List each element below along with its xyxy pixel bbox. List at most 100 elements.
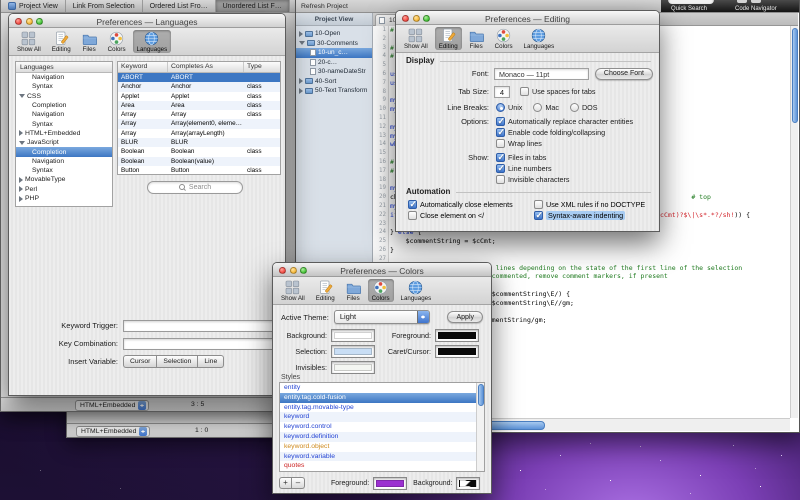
quick-search-field[interactable]	[668, 0, 714, 4]
toolbar-button-ordered-list-fro[interactable]: Ordered List Fro…	[143, 0, 216, 12]
code-navigator-button-2[interactable]	[751, 0, 761, 3]
style-background-well[interactable]	[456, 477, 480, 490]
toolbar-button-link-from-selection[interactable]: Link From Selection	[66, 0, 143, 12]
style-foreground-well[interactable]	[373, 477, 407, 490]
column-header-completes-as[interactable]: Completes As	[168, 62, 244, 72]
toolbar-item-editing[interactable]: Editing	[48, 30, 75, 53]
disclosure-triangle[interactable]	[299, 31, 303, 37]
key-combination-input[interactable]	[123, 338, 275, 350]
use-xml-rules-if-no-doctype-checkbox[interactable]	[534, 200, 543, 209]
table-row[interactable]: ABORTABORT	[118, 73, 280, 82]
language-item-movabletype[interactable]: MovableType	[16, 175, 112, 184]
theme-popup[interactable]: Light	[334, 310, 430, 324]
line-numbers-checkbox[interactable]	[496, 164, 505, 173]
file-item-10-un-c[interactable]: 10-un_c…	[296, 48, 372, 58]
language-item-perl[interactable]: Perl	[16, 185, 112, 194]
wrap-lines-checkbox[interactable]	[496, 139, 505, 148]
style-item-entity-tag-cold-fusion[interactable]: entity.tag.cold-fusion	[280, 393, 484, 403]
toolbar-item-files[interactable]: Files	[342, 279, 365, 302]
language-item-navigation[interactable]: Navigation	[16, 157, 112, 166]
disclosure-triangle[interactable]	[19, 130, 23, 136]
automatically-close-elements-checkbox[interactable]	[408, 200, 417, 209]
disclosure-triangle[interactable]	[19, 196, 23, 202]
segment-line[interactable]: Line	[198, 355, 224, 368]
title-bar[interactable]: Preferences — Languages	[9, 14, 285, 28]
file-item-40-sort[interactable]: 40-Sort	[296, 77, 372, 87]
disclosure-triangle[interactable]	[19, 141, 25, 145]
radio-mac[interactable]	[533, 103, 542, 112]
table-row[interactable]: BLURBLUR	[118, 138, 280, 147]
style-item-keyword-variable[interactable]: keyword.variable	[280, 452, 484, 462]
close-button[interactable]	[15, 18, 22, 25]
toolbar-item-files[interactable]: Files	[78, 30, 101, 53]
code-navigator-button[interactable]	[737, 0, 747, 3]
toolbar-item-colors[interactable]: Colors	[491, 27, 517, 50]
selection-color-well[interactable]	[331, 345, 375, 358]
segment-selection[interactable]: Selection	[157, 355, 198, 368]
close-button[interactable]	[279, 267, 286, 274]
toolbar-item-languages[interactable]: Languages	[397, 279, 436, 302]
toolbar-button-project-view[interactable]: Project View	[1, 0, 66, 12]
toolbar-item-colors[interactable]: Colors	[104, 30, 130, 53]
minimize-button[interactable]	[413, 15, 420, 22]
file-item-50-text-transform[interactable]: 50-Text Transform	[296, 86, 372, 96]
disclosure-triangle[interactable]	[19, 177, 23, 183]
scrollbar-thumb[interactable]	[478, 384, 484, 406]
title-bar[interactable]: Preferences — Editing	[396, 11, 659, 25]
toolbar-button-unordered-list-f[interactable]: Unordered List F…	[216, 0, 290, 12]
foreground-color-well[interactable]	[435, 329, 479, 342]
apply-button[interactable]: Apply	[447, 311, 483, 323]
toolbar-item-show-all[interactable]: Show All	[13, 30, 45, 53]
radio-unix[interactable]	[496, 103, 505, 112]
language-mode-popup[interactable]: HTML+Embedded	[76, 426, 150, 437]
toolbar-item-editing[interactable]: Editing	[435, 27, 462, 50]
toolbar-item-files[interactable]: Files	[465, 27, 488, 50]
language-item-syntax[interactable]: Syntax	[16, 119, 112, 128]
style-item-keyword-control[interactable]: keyword.control	[280, 422, 484, 432]
choose-font-button[interactable]: Choose Font	[595, 68, 653, 80]
radio-dos[interactable]	[570, 103, 579, 112]
table-row[interactable]: BooleanBoolean(value)	[118, 157, 280, 166]
style-item-entity[interactable]: entity	[280, 383, 484, 393]
caret-cursor-color-well[interactable]	[435, 345, 479, 358]
disclosure-triangle[interactable]	[299, 41, 305, 45]
table-row[interactable]: ArrayArray(arrayLength)	[118, 129, 280, 138]
language-item-navigation[interactable]: Navigation	[16, 110, 112, 119]
style-item-keyword[interactable]: keyword	[280, 412, 484, 422]
syntax-aware-indenting-checkbox[interactable]	[534, 211, 543, 220]
column-header-keyword[interactable]: Keyword	[118, 62, 168, 72]
use-spaces-checkbox[interactable]	[520, 87, 529, 96]
background-color-well[interactable]	[331, 329, 375, 342]
scrollbar-thumb[interactable]	[792, 28, 798, 123]
column-header-type[interactable]: Type	[244, 62, 280, 72]
enable-code-folding-collapsing-checkbox[interactable]	[496, 128, 505, 137]
table-row[interactable]: AnchorAnchorclass	[118, 82, 280, 91]
language-item-javascript[interactable]: JavaScript	[16, 138, 112, 147]
toolbar-item-show-all[interactable]: Show All	[400, 27, 432, 50]
style-item-quotes[interactable]: quotes	[280, 461, 484, 471]
remove-style-button[interactable]: –	[292, 477, 305, 489]
file-item-20-c[interactable]: 20-c…	[296, 58, 372, 68]
language-item-completion[interactable]: Completion	[16, 101, 112, 110]
close-element-on-checkbox[interactable]	[408, 211, 417, 220]
file-item-30-comments[interactable]: 30-Comments	[296, 39, 372, 49]
table-row[interactable]: ButtonButtonclass	[118, 166, 280, 175]
scrollbar[interactable]	[476, 383, 484, 471]
disclosure-triangle[interactable]	[19, 94, 25, 98]
minimize-button[interactable]	[26, 18, 33, 25]
table-row[interactable]: BooleanBooleanclass	[118, 147, 280, 156]
file-item-30-namedatestr[interactable]: 30-nameDateStr	[296, 67, 372, 77]
language-item-navigation[interactable]: Navigation	[16, 73, 112, 82]
toolbar-item-editing[interactable]: Editing	[312, 279, 339, 302]
language-item-syntax[interactable]: Syntax	[16, 82, 112, 91]
files-in-tabs-checkbox[interactable]	[496, 153, 505, 162]
toolbar-item-languages[interactable]: Languages	[520, 27, 559, 50]
toolbar-item-colors[interactable]: Colors	[368, 279, 394, 302]
close-button[interactable]	[402, 15, 409, 22]
keyword-trigger-input[interactable]	[123, 320, 275, 332]
vertical-scrollbar[interactable]	[790, 26, 798, 418]
file-item-10-open[interactable]: 10-Open	[296, 29, 372, 39]
style-item-keyword-object[interactable]: keyword.object	[280, 442, 484, 452]
disclosure-triangle[interactable]	[19, 186, 23, 192]
toolbar-item-languages[interactable]: Languages	[133, 30, 172, 53]
